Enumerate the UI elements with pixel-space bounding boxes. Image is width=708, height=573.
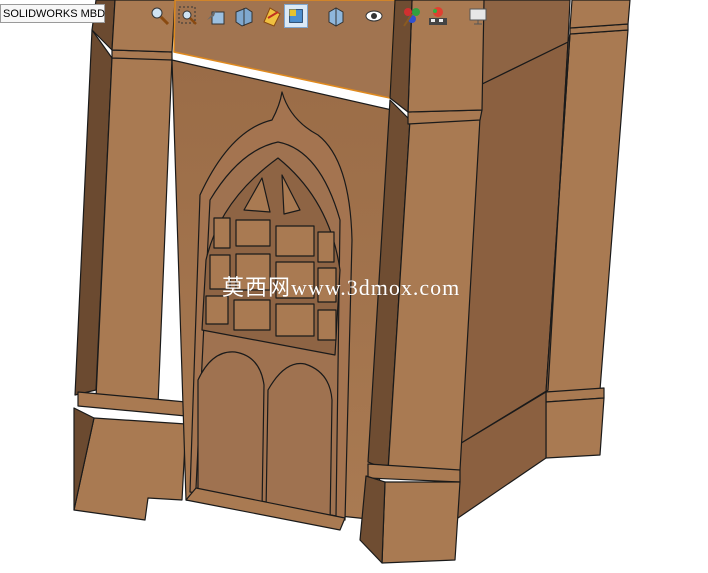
edit-appearance-icon[interactable] — [400, 4, 424, 28]
dynamic-annotation-views-icon[interactable] — [260, 4, 284, 28]
watermark-text: 莫西网www.3dmox.com — [222, 275, 461, 300]
previous-view-icon[interactable] — [204, 4, 228, 28]
left-door[interactable] — [197, 351, 265, 511]
zoom-to-area-icon[interactable] — [176, 4, 200, 28]
section-view-icon[interactable] — [232, 4, 256, 28]
view-orientation-icon[interactable] — [284, 4, 308, 28]
right-pillar-plinth[interactable] — [545, 397, 605, 459]
display-style-icon[interactable] — [324, 4, 348, 28]
hide-show-items-icon[interactable] — [362, 4, 386, 28]
zoom-to-fit-icon[interactable] — [148, 4, 172, 28]
right-pillar-upper[interactable] — [569, 0, 631, 29]
front-pillar-plinth[interactable] — [381, 481, 461, 564]
right-door[interactable] — [265, 362, 333, 525]
apply-scene-icon[interactable] — [426, 4, 450, 28]
view-settings-icon[interactable] — [466, 4, 490, 28]
solidworks-mbd-tab[interactable]: SOLIDWORKS MBD — [0, 4, 105, 23]
